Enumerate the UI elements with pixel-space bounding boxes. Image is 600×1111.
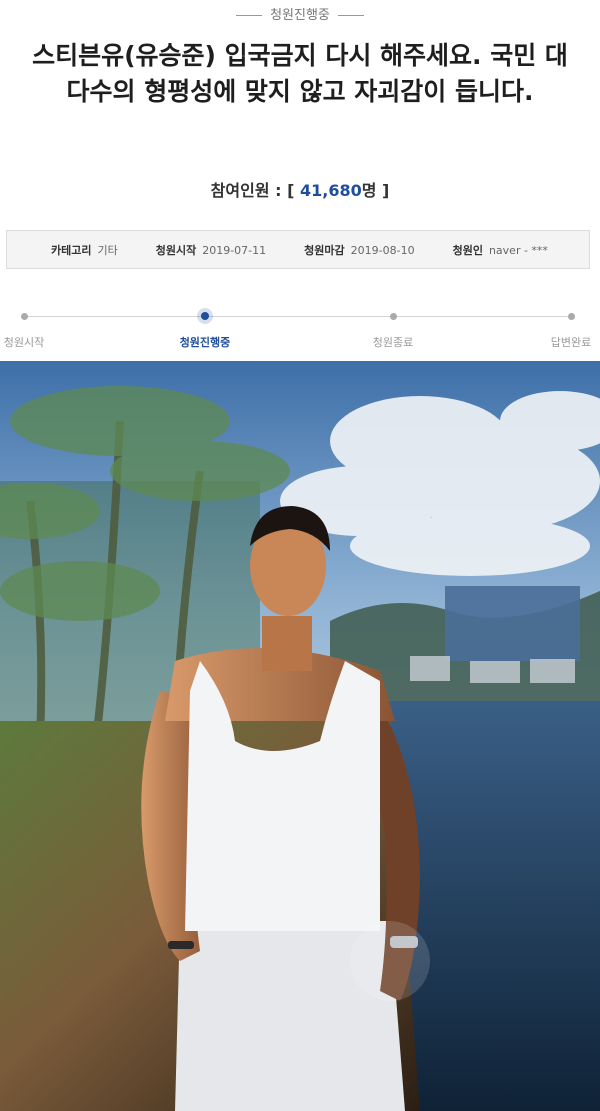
step-dot: [389, 313, 397, 320]
participant-count: 참여인원 : [ 41,680명 ]: [0, 177, 600, 201]
step-dot: [567, 313, 575, 320]
status-tag: 청원진행중: [0, 4, 600, 23]
step-in-progress: 청원진행중: [160, 303, 250, 350]
participant-number: 41,680: [299, 181, 362, 200]
step-label: 청원종료: [372, 336, 414, 349]
petition-meta-bar: 카테고리 기타 청원시작 2019-07-11 청원마감 2019-08-10 청원인…: [6, 230, 590, 269]
step-label: 청원시작: [3, 336, 45, 349]
meta-end: 청원마감 2019-08-10: [304, 242, 414, 258]
divider: [236, 15, 263, 16]
step-label: 청원진행중: [179, 336, 231, 349]
meta-author-label: 청원인: [452, 243, 483, 257]
meta-start-value: 2019-07-11: [202, 243, 267, 257]
progress-track: [24, 316, 572, 317]
meta-start: 청원시작 2019-07-11: [156, 242, 266, 258]
meta-end-value: 2019-08-10: [350, 243, 415, 257]
petition-title: 스티븐유(유승준) 입국금지 다시 해주세요. 국민 대다수의 형평성에 맞지 …: [32, 41, 568, 106]
status-text: 청원진행중: [270, 8, 330, 23]
step-closed: 청원종료: [348, 303, 438, 350]
photo-illustration: [0, 361, 600, 1111]
meta-start-label: 청원시작: [155, 243, 197, 257]
petition-photo: [0, 361, 600, 1111]
meta-category-label: 카테고리: [51, 243, 92, 257]
step-dot: [20, 313, 28, 320]
meta-author-value: naver - ***: [488, 243, 548, 257]
participant-suffix: 명 ]: [361, 181, 390, 200]
meta-author: 청원인 naver - ***: [453, 242, 548, 258]
meta-category: 카테고리 기타: [51, 242, 118, 258]
step-answered: 답변완료: [526, 303, 600, 350]
step-start: 청원시작: [0, 303, 69, 350]
petition-progress: 청원시작 청원진행중 청원종료 답변완료: [0, 303, 600, 353]
meta-end-label: 청원마감: [304, 243, 345, 257]
meta-category-value: 기타: [97, 243, 118, 257]
participant-label: 참여인원 : [: [210, 181, 295, 200]
step-label: 답변완료: [550, 336, 592, 349]
step-dot-active: [201, 312, 209, 320]
divider: [337, 15, 364, 16]
